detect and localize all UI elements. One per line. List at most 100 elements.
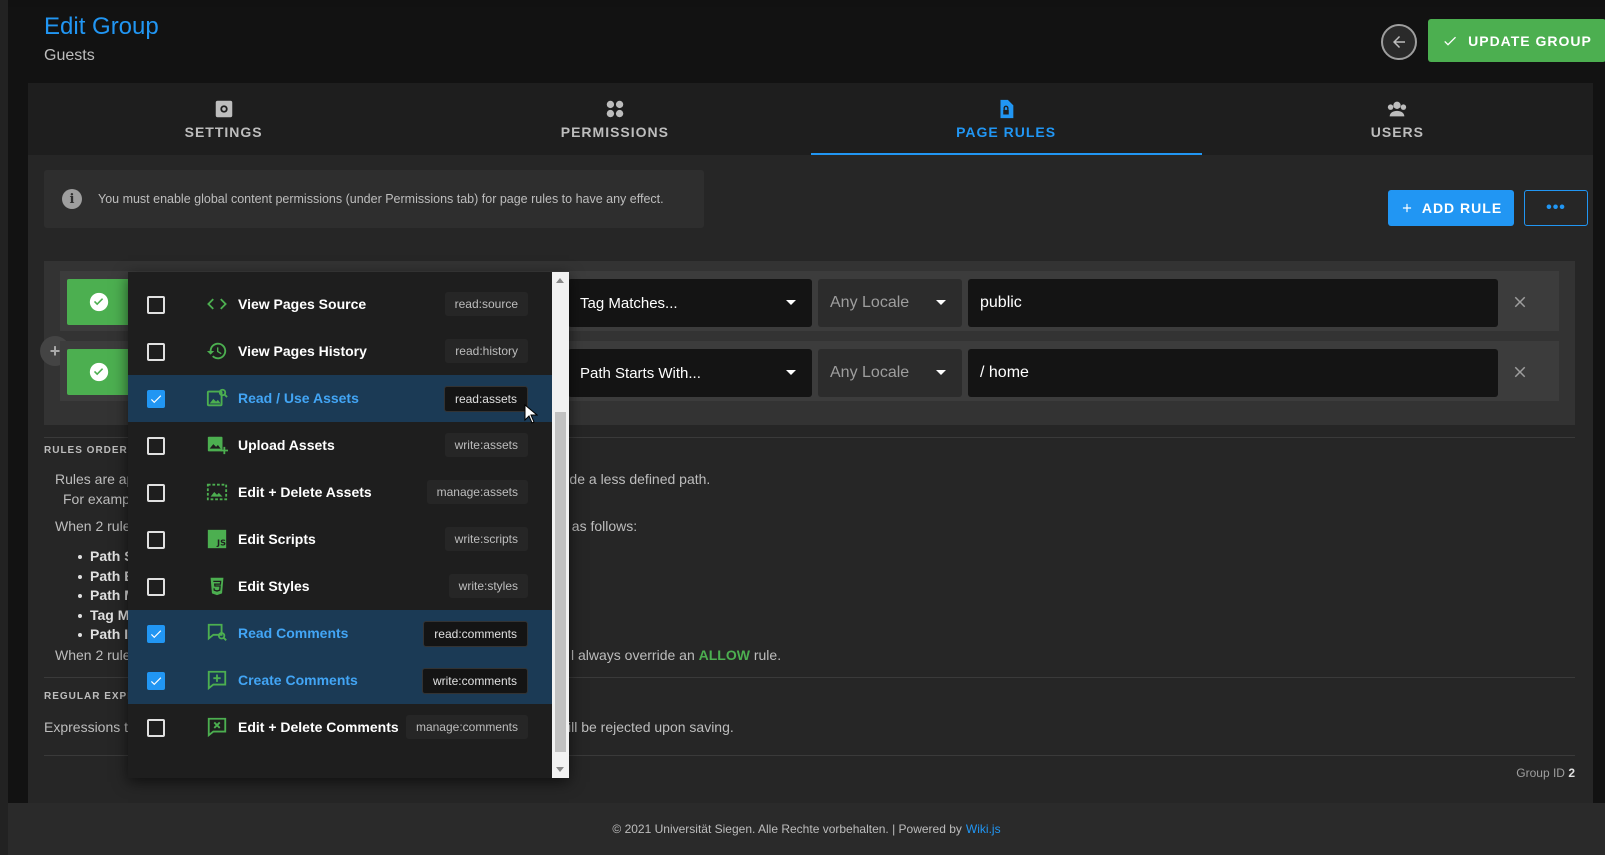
scroll-down-icon[interactable] (556, 767, 564, 772)
permission-tag: write:styles (448, 574, 528, 598)
permissions-dropdown: View Pages Source read:source View Pages… (128, 272, 569, 778)
rules-order-line4-start: When 2 rules (55, 647, 138, 663)
add-rule-button[interactable]: ADD RULE (1388, 190, 1514, 226)
rule-locale-value: Any Locale (830, 294, 910, 311)
list-item-edit-scripts[interactable]: JS Edit Scripts write:scripts (128, 516, 552, 563)
checkbox[interactable] (147, 719, 165, 737)
permission-label: Edit + Delete Comments (238, 719, 399, 735)
code-icon (207, 298, 227, 310)
group-id: Group ID 2 (1516, 766, 1575, 780)
check-icon (150, 395, 162, 404)
tab-users-label: USERS (1370, 124, 1424, 140)
checkbox[interactable] (147, 578, 165, 596)
checkbox[interactable] (147, 343, 165, 361)
list-item-edit-delete-assets[interactable]: Edit + Delete Assets manage:assets (128, 469, 552, 516)
top-strip (0, 0, 1605, 7)
add-rule-label: ADD RULE (1421, 200, 1503, 216)
rule-locale-select[interactable]: Any Locale (818, 349, 962, 397)
checkbox-checked[interactable] (147, 672, 165, 690)
permission-label: Upload Assets (238, 437, 335, 453)
info-alert: i You must enable global content permiss… (44, 170, 704, 228)
image-edit-icon (206, 483, 228, 501)
rules-order-line4-end: l always override an ALLOW rule. (571, 647, 781, 663)
checkbox[interactable] (147, 437, 165, 455)
delete-rule-button[interactable] (1508, 360, 1532, 384)
list-item-upload-assets[interactable]: Upload Assets write:assets (128, 422, 552, 469)
wikijs-link[interactable]: Wiki.js (966, 822, 1001, 836)
plus-icon (1402, 203, 1411, 213)
rule-match-select[interactable]: Tag Matches... (568, 279, 812, 327)
line4-end-a: l always override an (571, 647, 695, 663)
list-item-edit-delete-comments[interactable]: Edit + Delete Comments manage:comments (128, 704, 552, 751)
check-icon (1444, 36, 1457, 46)
permission-tag: write:comments (421, 668, 528, 694)
rules-order-line1-start: Rules are ap (55, 471, 135, 487)
rule-allow-toggle[interactable] (67, 279, 131, 325)
check-icon (150, 677, 162, 686)
more-actions-button[interactable]: ••• (1524, 190, 1588, 226)
close-icon (1514, 296, 1526, 308)
checkbox[interactable] (147, 484, 165, 502)
rule-path-input[interactable]: public (968, 279, 1498, 327)
rule-match-value: Tag Matches... (580, 294, 678, 312)
permission-label: Read Comments (238, 625, 349, 641)
list-item-edit-styles[interactable]: Edit Styles write:styles (128, 563, 552, 610)
file-lock-icon (1000, 99, 1014, 119)
scroll-thumb[interactable] (555, 412, 566, 752)
js-icon: JS (207, 529, 227, 549)
regex-line-start: Expressions th (44, 719, 136, 735)
rule-path-value: / home (980, 364, 1029, 381)
checkbox[interactable] (147, 296, 165, 314)
rule-allow-toggle[interactable] (67, 349, 131, 395)
rule-locale-value: Any Locale (830, 364, 910, 381)
footer: © 2021 Universität Siegen. Alle Rechte v… (8, 803, 1605, 855)
tab-page-rules[interactable]: PAGE RULES (810, 83, 1203, 155)
tab-page-rules-label: PAGE RULES (956, 124, 1057, 140)
arrow-left-icon (1393, 36, 1405, 48)
permission-label: View Pages Source (238, 296, 367, 312)
scroll-up-icon[interactable] (556, 278, 564, 283)
tab-permissions[interactable]: PERMISSIONS (419, 83, 810, 155)
svg-text:JS: JS (216, 537, 226, 547)
group-id-label: Group ID (1516, 766, 1565, 780)
info-message: You must enable global content permissio… (98, 192, 664, 206)
checkbox[interactable] (147, 531, 165, 549)
permission-tag: write:scripts (444, 527, 528, 551)
delete-rule-button[interactable] (1508, 290, 1532, 314)
permission-tag: read:comments (423, 621, 528, 647)
back-button[interactable] (1381, 24, 1417, 60)
image-plus-icon (207, 436, 228, 455)
list-item-view-pages-history[interactable]: View Pages History read:history (128, 328, 552, 375)
permission-label: Read / Use Assets (238, 390, 359, 406)
more-dots-icon: ••• (1546, 199, 1566, 216)
list-item-view-pages-source[interactable]: View Pages Source read:source (128, 281, 552, 328)
rule-match-value: Path Starts With... (580, 364, 701, 382)
comment-search-icon (207, 623, 227, 641)
list-item-create-comments[interactable]: Create Comments write:comments (128, 657, 552, 704)
line4-end-b: rule. (753, 647, 782, 663)
permission-label: Edit Styles (238, 578, 310, 594)
checkbox-checked[interactable] (147, 625, 165, 643)
rule-match-select[interactable]: Path Starts With... (568, 349, 812, 397)
checkbox-checked[interactable] (147, 390, 165, 408)
rule-locale-select[interactable]: Any Locale (818, 279, 962, 327)
update-group-button[interactable]: UPDATE GROUP (1428, 19, 1605, 62)
image-search-icon (206, 388, 228, 407)
list-item-read-comments[interactable]: Read Comments read:comments (128, 610, 552, 657)
group-id-value: 2 (1568, 766, 1575, 780)
permission-tag: manage:assets (426, 480, 528, 504)
tab-users[interactable]: USERS (1202, 83, 1593, 155)
list-item-read-use-assets[interactable]: Read / Use Assets read:assets (128, 375, 552, 422)
permission-tag: manage:comments (405, 715, 528, 739)
users-icon (1388, 101, 1407, 117)
dropdown-scrollbar[interactable] (552, 272, 569, 778)
permissions-list: View Pages Source read:source View Pages… (128, 281, 552, 751)
tab-settings[interactable]: SETTINGS (28, 83, 419, 155)
check-circle-icon (89, 292, 109, 312)
rule-path-input[interactable]: / home (968, 349, 1498, 397)
permission-tag: read:assets (443, 386, 528, 412)
caret-down-icon (786, 300, 796, 305)
rule-path-value: public (980, 294, 1022, 311)
permission-label: Edit + Delete Assets (238, 484, 372, 500)
permission-label: Edit Scripts (238, 531, 316, 547)
